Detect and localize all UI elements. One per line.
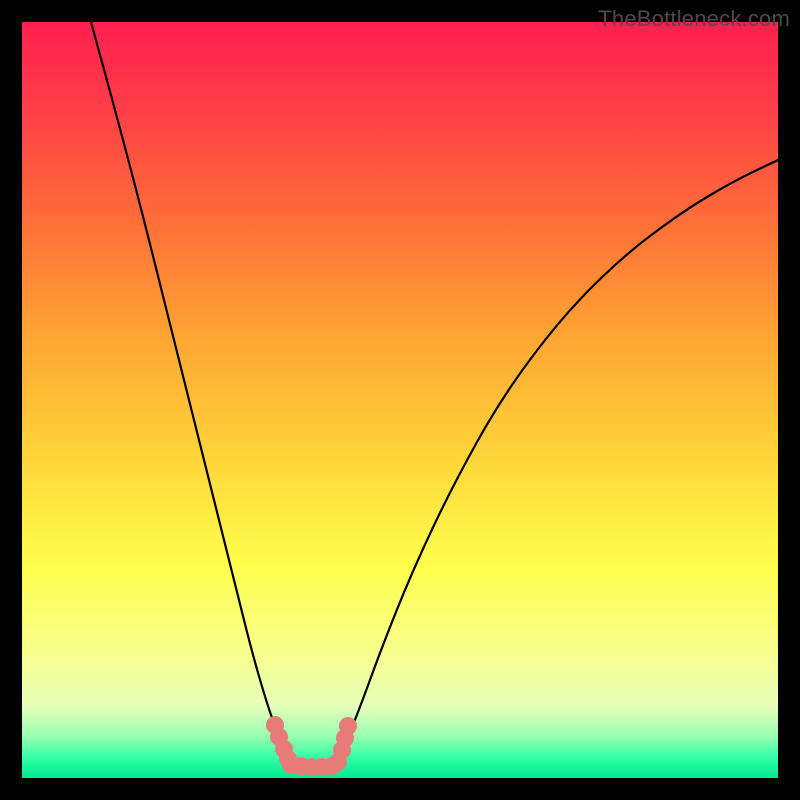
curve-right-branch: [338, 160, 778, 762]
curve-left-branch: [91, 22, 294, 764]
marker-dot: [339, 717, 357, 735]
plot-frame: [22, 22, 778, 778]
watermark-text: TheBottleneck.com: [598, 6, 790, 32]
curve-layer: [22, 22, 778, 778]
marker-group: [266, 716, 357, 776]
